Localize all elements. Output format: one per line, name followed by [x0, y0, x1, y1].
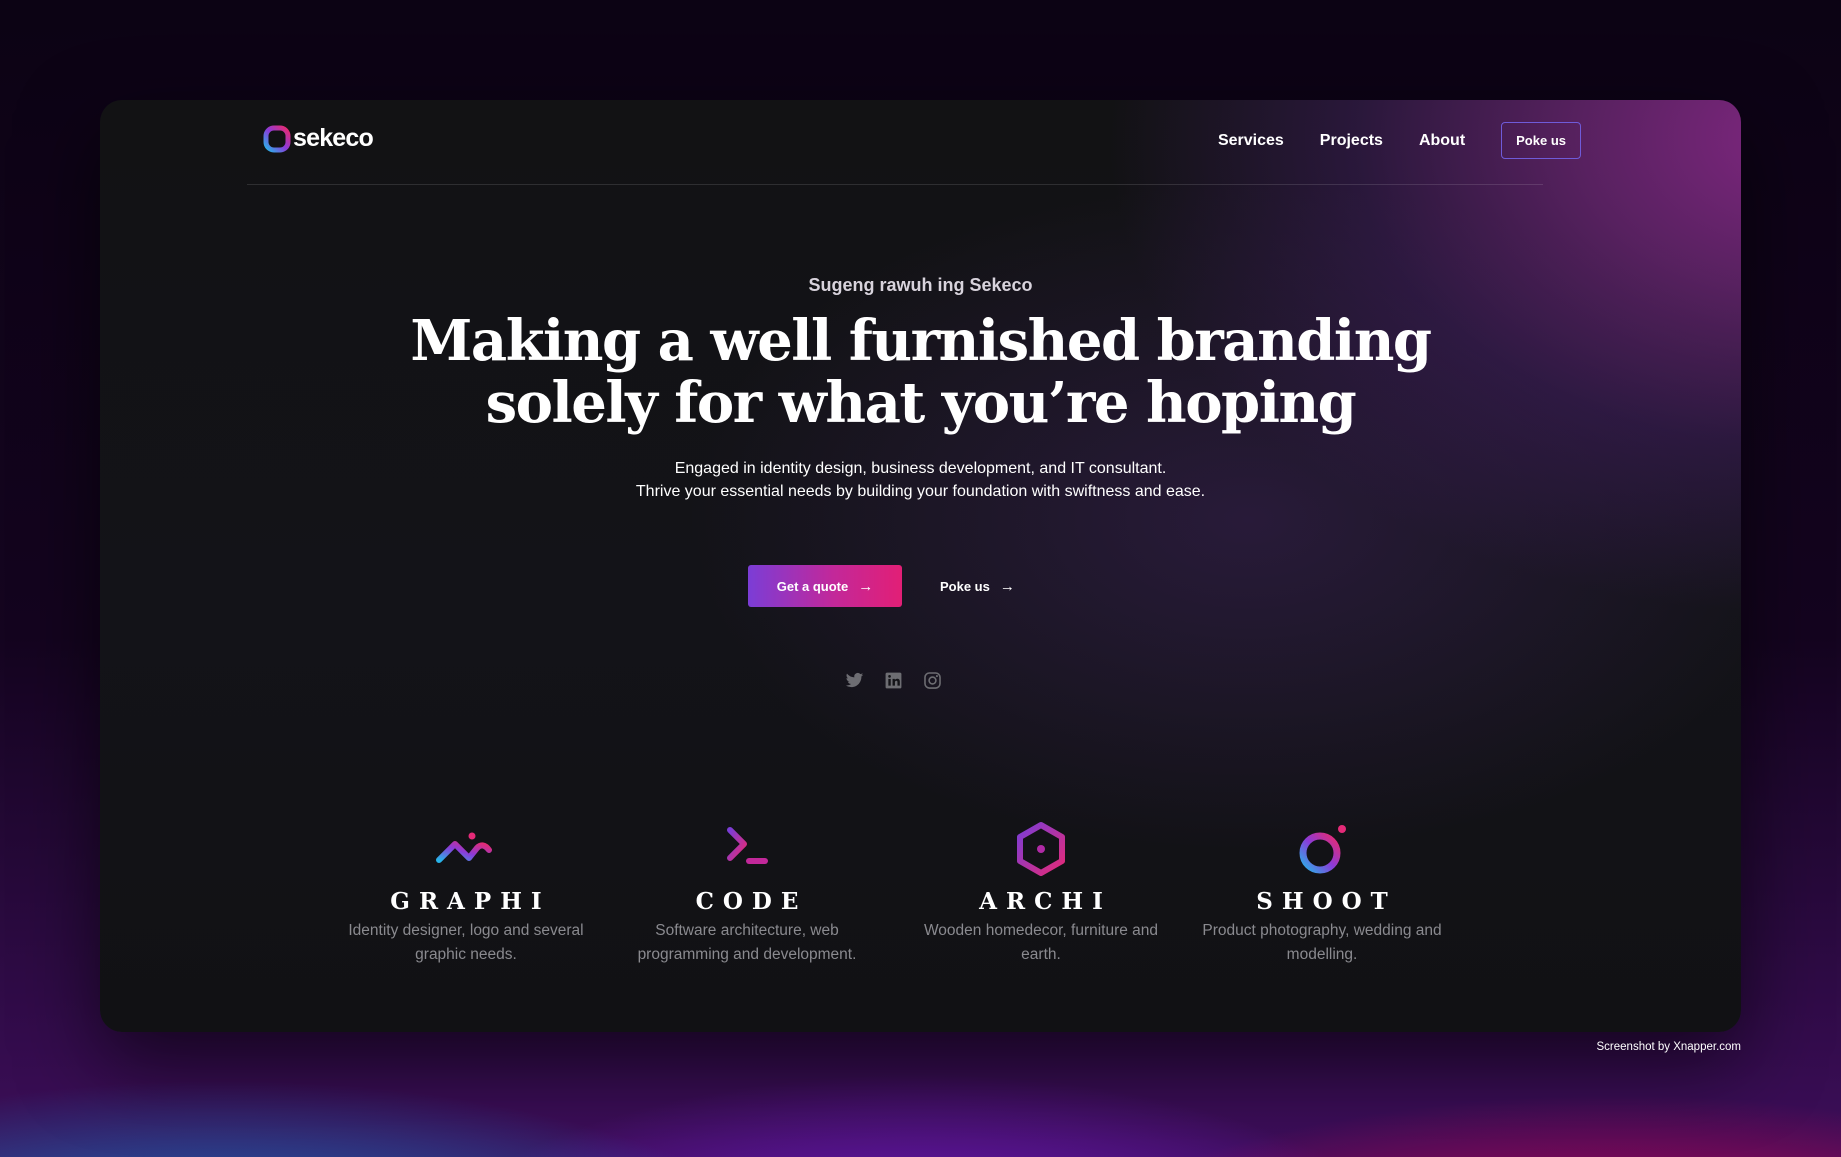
- service-description: Product photography, wedding and modelli…: [1187, 919, 1457, 967]
- arrow-right-icon: →: [858, 577, 874, 595]
- social-links: [845, 671, 942, 690]
- hero-eyebrow: Sugeng rawuh ing Sekeco: [808, 275, 1033, 295]
- code-prompt-icon: [727, 827, 768, 864]
- nav-poke-us-button[interactable]: Poke us: [1501, 122, 1581, 159]
- service-desc-line-2: earth.: [1021, 946, 1061, 963]
- service-graphi[interactable]: GRAPHI Identity designer, logo and sever…: [331, 820, 601, 967]
- service-desc-line-2: programming and development.: [637, 946, 857, 963]
- hero-subtitle: Engaged in identity design, business dev…: [100, 457, 1741, 503]
- subtitle-line-2: Thrive your essential needs by building …: [635, 483, 1206, 500]
- service-desc-line-1: Identity designer, logo and several: [348, 922, 584, 939]
- service-desc-line-1: Product photography, wedding and: [1202, 922, 1442, 939]
- service-code[interactable]: CODE Software architecture, web programm…: [612, 820, 882, 967]
- headline-line-2: solely for what you’re hoping: [485, 370, 1357, 436]
- instagram-icon[interactable]: [923, 671, 942, 690]
- service-desc-line-2: modelling.: [1286, 946, 1358, 963]
- service-desc-line-1: Software architecture, web: [655, 922, 839, 939]
- subtitle-line-1: Engaged in identity design, business dev…: [674, 460, 1167, 477]
- service-name: ARCHI: [979, 888, 1112, 915]
- arrow-right-icon: →: [999, 577, 1015, 595]
- poke-us-link[interactable]: Poke us →: [940, 578, 1015, 595]
- headline-line-1: Making a well furnished branding: [410, 308, 1432, 374]
- nav-link-services[interactable]: Services: [1218, 132, 1284, 150]
- service-name: CODE: [695, 888, 808, 915]
- graphi-icon: [436, 832, 492, 863]
- service-desc-line-1: Wooden homedecor, furniture and: [923, 922, 1159, 939]
- service-desc-line-2: graphic needs.: [415, 946, 517, 963]
- service-description: Identity designer, logo and several grap…: [331, 919, 601, 967]
- service-name: GRAPHI: [390, 888, 551, 915]
- browser-window: sekeco Services Projects About Poke us S…: [100, 100, 1741, 1032]
- screenshot-credit: Screenshot by Xnapper.com: [1596, 1041, 1741, 1053]
- nav-menu: Services Projects About Poke us: [1182, 122, 1581, 159]
- service-description: Wooden homedecor, furniture and earth.: [906, 919, 1176, 967]
- hero-headline: Making a well furnished branding solely …: [100, 310, 1741, 434]
- service-archi[interactable]: ARCHI Wooden homedecor, furniture and ea…: [906, 820, 1176, 967]
- service-description: Software architecture, web programming a…: [612, 919, 882, 967]
- hero-cta-row: Get a quote → Poke us →: [748, 565, 1015, 607]
- linkedin-icon[interactable]: [884, 671, 903, 690]
- service-name: SHOOT: [1256, 888, 1397, 915]
- twitter-icon[interactable]: [845, 671, 864, 690]
- camera-lens-icon: [1299, 825, 1346, 874]
- brand-name: sekeco: [293, 124, 374, 152]
- nav-link-projects[interactable]: Projects: [1320, 132, 1383, 150]
- hexagon-icon: [1017, 822, 1065, 876]
- get-a-quote-label: Get a quote: [776, 578, 849, 594]
- nav-link-about[interactable]: About: [1419, 132, 1465, 150]
- service-shoot[interactable]: SHOOT Product photography, wedding and m…: [1187, 820, 1457, 967]
- poke-us-label: Poke us: [940, 578, 990, 594]
- logo-ring-icon: [263, 125, 291, 152]
- get-a-quote-button[interactable]: Get a quote →: [748, 565, 902, 607]
- brand-logo[interactable]: sekeco: [263, 124, 374, 153]
